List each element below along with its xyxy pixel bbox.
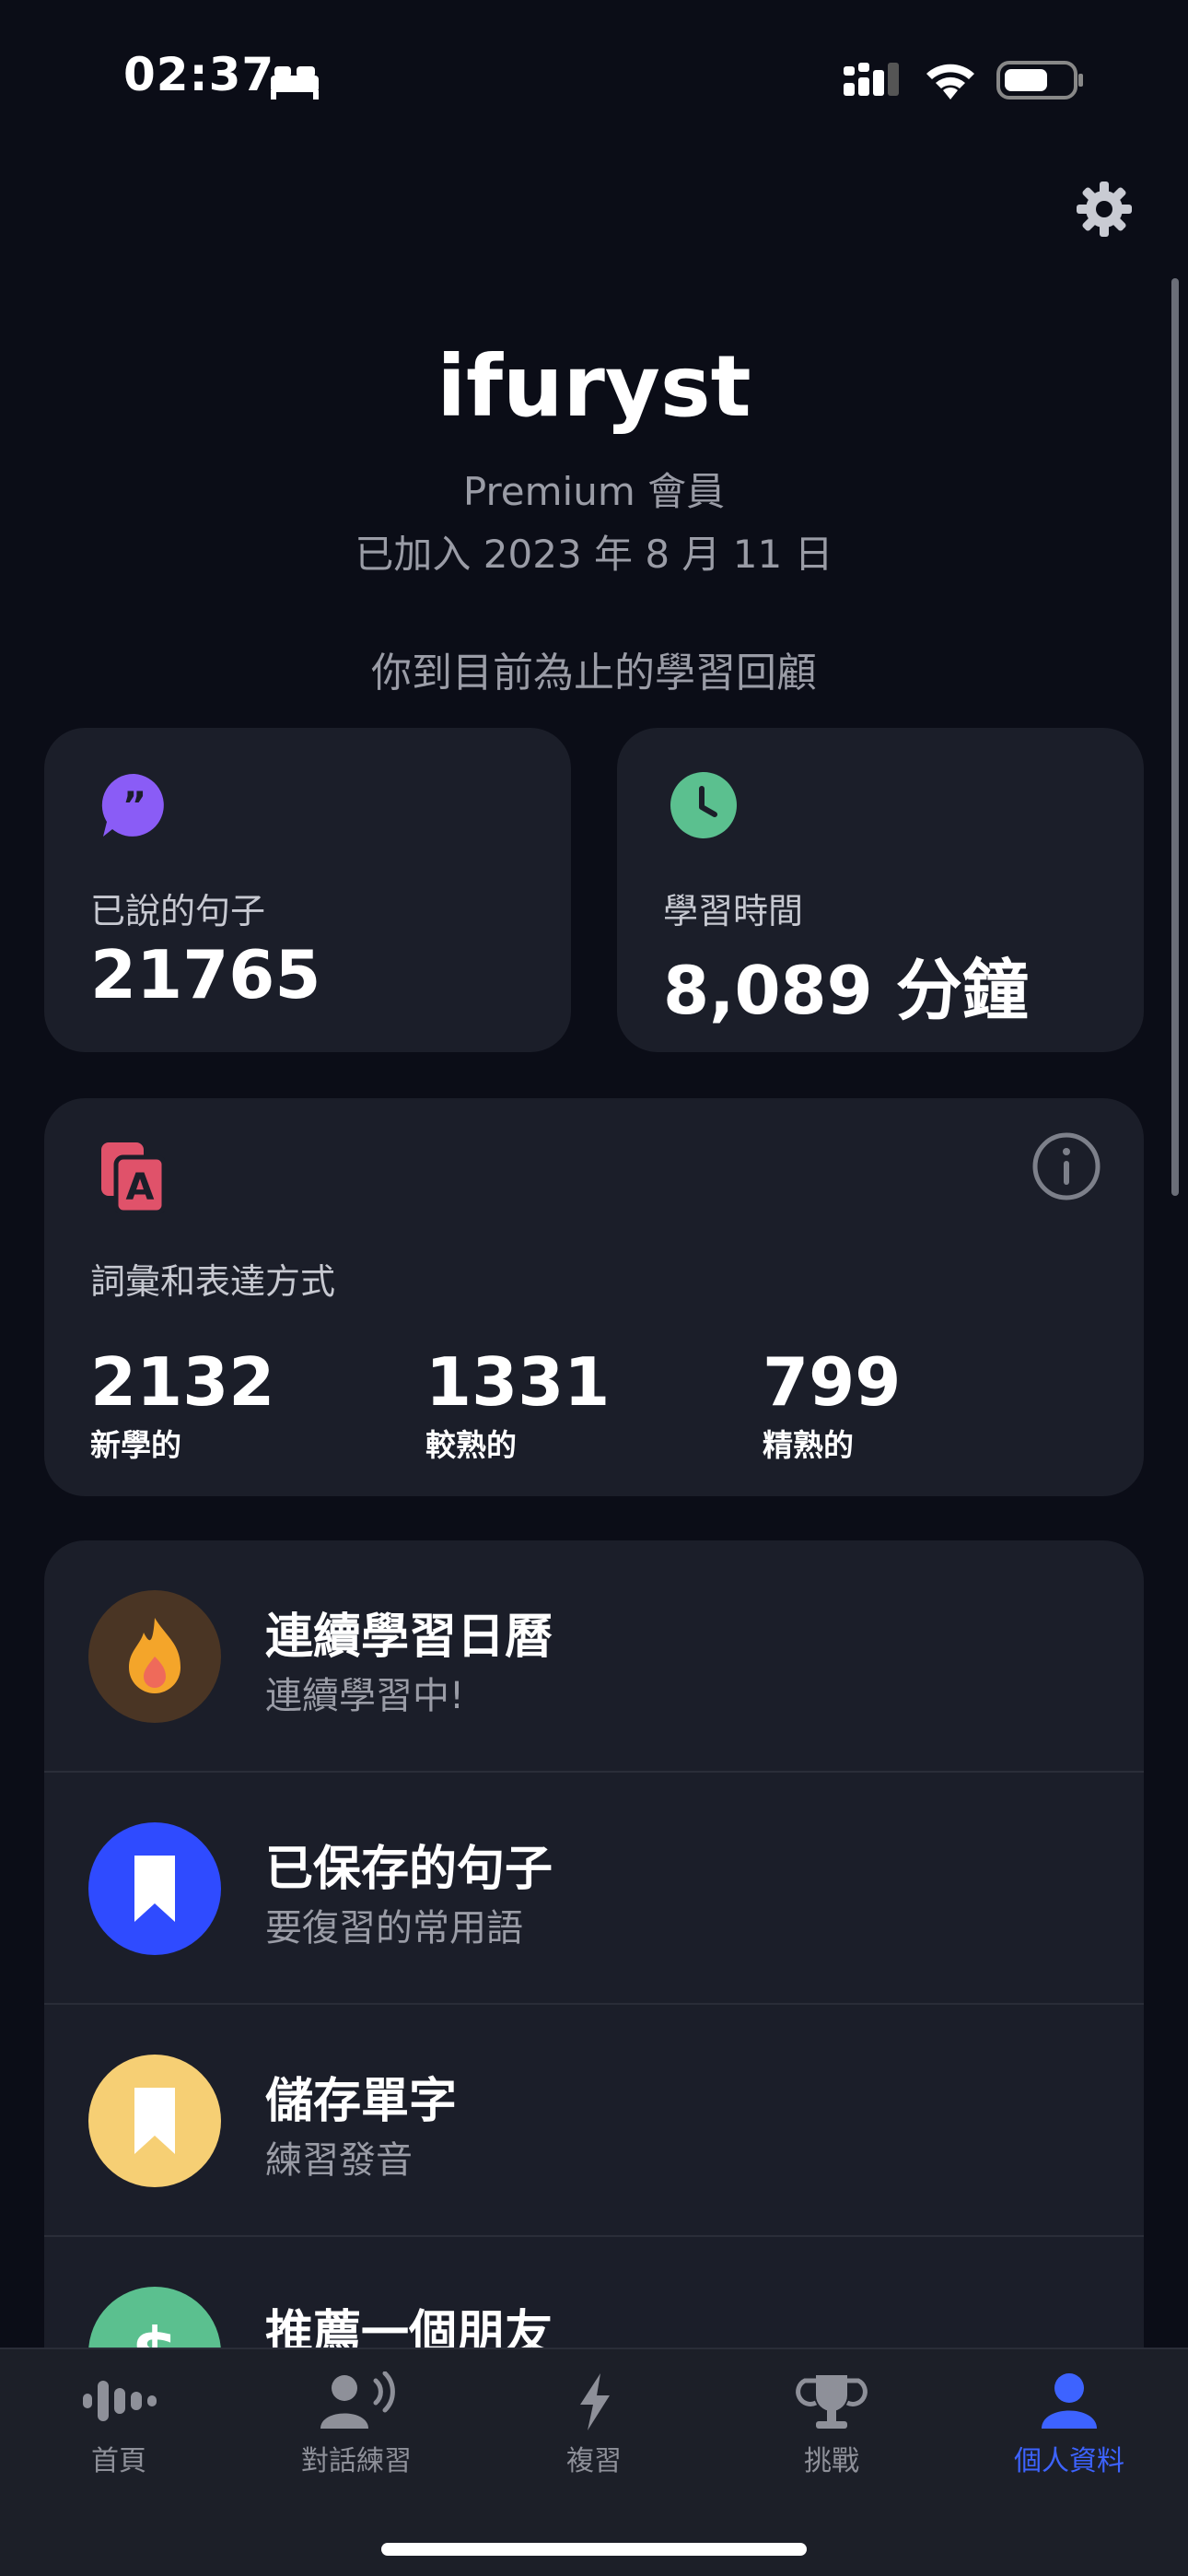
menu-item-saved-words[interactable]: 儲存單字 練習發音 [44,2005,1144,2237]
bookmark-icon [88,1822,221,1955]
speaking-person-icon [320,2371,395,2429]
wifi-icon [926,64,974,100]
cellular-signal-icon [844,63,899,96]
waveform-icon [83,2381,157,2421]
vocabulary-card: A 詞彙和表達方式 2132 新學的 1331 較熟的 799 精熟的 [44,1098,1144,1496]
bookmark-icon [88,2055,221,2187]
username: ifuryst [437,337,751,436]
menu-title-streak-calendar: 連續學習日曆 [265,1610,553,1665]
tab-conversation-practice[interactable]: 對話練習 [238,2371,475,2482]
study-time-label: 學習時間 [663,891,804,931]
svg-text:A: A [126,1166,155,1209]
vocab-new-count: 2132 [90,1343,275,1421]
sentences-stat-card: ” 已說的句子 21765 [44,728,571,1052]
tab-review[interactable]: 複習 [475,2371,713,2482]
menu-item-saved-sentences[interactable]: 已保存的句子 要復習的常用語 [44,1773,1144,2005]
lightning-icon [580,2373,610,2430]
battery-icon [996,61,1083,100]
sleep-focus-icon [271,66,319,100]
tab-label-review: 複習 [566,2445,622,2477]
menu-subtitle-saved-sentences: 要復習的常用語 [265,1907,523,1950]
membership-tier: Premium 會員 [462,469,726,514]
vocab-mastered-count: 799 [763,1343,902,1421]
vocab-mastered-caption: 精熟的 [763,1427,854,1463]
person-icon [1042,2373,1097,2429]
menu-subtitle-streak-calendar: 連續學習中! [265,1675,465,1717]
home-indicator[interactable] [381,2543,807,2556]
vocabulary-cards-icon: A [101,1142,167,1215]
learning-review-heading: 你到目前為止的學習回顧 [371,650,817,697]
bottom-tab-bar: 首頁 對話練習 複習 挑戰 個人資料 [0,2348,1188,2576]
tab-label-profile: 個人資料 [1014,2445,1124,2477]
tab-label-conversation-practice: 對話練習 [301,2445,412,2477]
svg-text:”: ” [122,785,146,827]
study-time-stat-card: 學習時間 8,089 分鐘 [617,728,1144,1052]
vocabulary-title: 詞彙和表達方式 [90,1261,336,1302]
trophy-icon [796,2375,868,2429]
tab-challenge[interactable]: 挑戰 [713,2371,950,2482]
join-date: 已加入 2023 年 8 月 11 日 [355,532,833,577]
clock-icon [670,772,737,838]
flame-icon [88,1590,221,1723]
sentences-value: 21765 [90,936,321,1013]
tab-home[interactable]: 首頁 [0,2371,238,2482]
vocab-familiar-count: 1331 [425,1343,611,1421]
tab-label-challenge: 挑戰 [804,2445,859,2477]
tab-profile[interactable]: 個人資料 [950,2371,1188,2482]
menu-subtitle-saved-words: 練習發音 [265,2139,413,2182]
study-time-value: 8,089 分鐘 [663,952,1029,1029]
status-time: 02:37 [123,48,275,101]
sentences-label: 已說的句子 [90,891,266,931]
vocab-new-caption: 新學的 [90,1427,181,1463]
menu-item-streak-calendar[interactable]: 連續學習日曆 連續學習中! [44,1540,1144,1773]
tab-label-home: 首頁 [91,2445,146,2477]
settings-gear-icon[interactable] [1076,181,1133,238]
quote-bubble-icon: ” [101,773,164,837]
info-icon[interactable] [1031,1131,1101,1201]
menu-title-saved-sentences: 已保存的句子 [265,1842,553,1897]
menu-title-saved-words: 儲存單字 [265,2074,458,2129]
vocab-familiar-caption: 較熟的 [425,1427,517,1463]
